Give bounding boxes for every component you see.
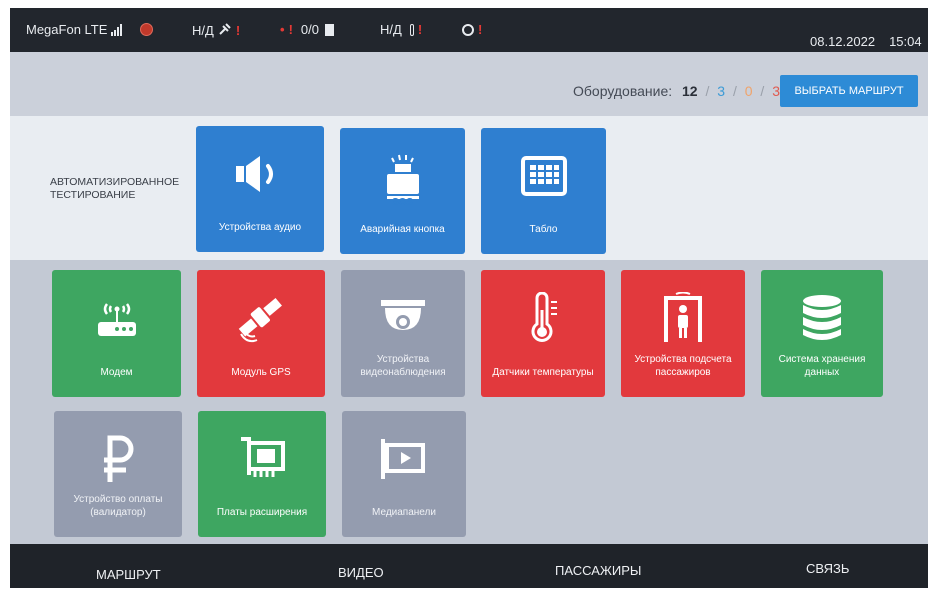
temperature-status-value: Н/Д (380, 22, 402, 37)
tile-emergency-button[interactable]: SOS Аварийная кнопка (340, 128, 465, 254)
power-icon (462, 23, 474, 36)
gps-status-value: Н/Д (192, 23, 214, 38)
power-status: ! (462, 22, 482, 37)
tile-label: Платы расширения (216, 507, 308, 518)
dome-camera-icon (375, 292, 431, 344)
devices-grid: Модем Модуль GPS Устройства видеонаблюде… (10, 260, 928, 544)
tile-temperature-sensors[interactable]: Датчики температуры (481, 270, 605, 397)
separator: / (705, 83, 710, 99)
equipment-count-orange: 0 (744, 83, 753, 99)
tile-label: Система хранения данных (778, 354, 866, 378)
ruble-icon (98, 433, 138, 485)
tile-label: Устройство оплаты (валидатор) (73, 494, 163, 518)
person-icon: • (280, 22, 285, 37)
equipment-label: Оборудование: (573, 83, 673, 99)
tile-video-surveillance[interactable]: Устройства видеонаблюдения (341, 270, 465, 397)
satellite-icon (233, 292, 289, 344)
sos-badge: SOS (391, 197, 414, 208)
nav-communication[interactable]: СВЯЗЬ (806, 561, 849, 576)
operator-name: MegaFon LTE (26, 22, 108, 37)
gps-status: Н/Д ! (192, 22, 240, 39)
date: 08.12.2022 (810, 34, 876, 49)
passenger-status: • ! 0/0 (280, 22, 334, 37)
passenger-count: 0/0 (300, 22, 319, 37)
tile-modem[interactable]: Модем (52, 270, 181, 397)
tile-label: Устройства аудио (218, 222, 302, 233)
tile-payment-device[interactable]: Устройство оплаты (валидатор) (54, 411, 182, 537)
tile-label: Табло (529, 224, 558, 235)
tile-label: Датчики температуры (492, 367, 594, 378)
bottom-navigation: МАРШРУТ ВИДЕО ПАССАЖИРЫ СВЯЗЬ (10, 544, 928, 588)
sos-alarm-icon (378, 150, 428, 202)
app-screen: MegaFon LTE Н/Д ! • ! 0/0 Н/Д ! ! 08.12.… (10, 8, 928, 588)
tile-passenger-counters[interactable]: Устройства подсчета пассажиров (621, 270, 745, 397)
tile-label: Медиапанели (372, 507, 436, 518)
speaker-icon (230, 148, 290, 200)
door-icon (324, 23, 334, 36)
temperature-warning-mark: ! (417, 22, 423, 37)
separator: / (760, 83, 765, 99)
tile-gps-module[interactable]: Модуль GPS (197, 270, 325, 397)
nav-passengers[interactable]: ПАССАЖИРЫ (555, 563, 641, 578)
expansion-card-icon (235, 433, 289, 485)
tile-label: Модем (100, 367, 133, 378)
thermometer-icon (523, 292, 563, 344)
equipment-count-red: 3 (772, 83, 780, 99)
database-icon (799, 292, 845, 344)
automated-testing-label: АВТОМАТИЗИРОВАННОЕ ТЕСТИРОВАНИЕ (50, 176, 180, 201)
tile-display-board[interactable]: Табло (481, 128, 606, 254)
tile-label: Модуль GPS (231, 367, 291, 378)
gps-warning-mark: ! (235, 23, 241, 38)
display-board-icon (519, 150, 569, 202)
signal-icon (111, 23, 123, 36)
network-status: MegaFon LTE (26, 22, 154, 37)
header: Оборудование: 12 / 3 / 0 / 3 ВЫБРАТЬ МАР… (10, 52, 928, 116)
tile-label: Устройства подсчета пассажиров (634, 354, 732, 378)
tile-audio-devices[interactable]: Устройства аудио (196, 126, 324, 252)
datetime: 08.12.2022 15:04 (810, 34, 922, 49)
thermometer-status-icon (409, 23, 414, 36)
nav-route[interactable]: МАРШРУТ (96, 567, 161, 582)
time: 15:04 (889, 34, 922, 49)
passenger-counter-icon (658, 292, 708, 344)
media-panel-icon (377, 433, 431, 485)
select-route-button[interactable]: ВЫБРАТЬ МАРШРУТ (780, 75, 918, 107)
satellite-status-icon (218, 22, 232, 39)
temperature-status: Н/Д ! (380, 22, 422, 37)
equipment-total: 12 (682, 83, 698, 99)
power-warning-mark: ! (478, 22, 483, 37)
router-icon (90, 292, 144, 344)
automated-testing-section: АВТОМАТИЗИРОВАННОЕ ТЕСТИРОВАНИЕ Устройст… (10, 116, 928, 260)
passenger-warning-mark: ! (288, 22, 293, 37)
status-bar: MegaFon LTE Н/Д ! • ! 0/0 Н/Д ! ! 08.12.… (10, 8, 928, 52)
tile-label: Устройства видеонаблюдения (360, 354, 446, 378)
tile-media-panels[interactable]: Медиапанели (342, 411, 466, 537)
tile-data-storage[interactable]: Система хранения данных (761, 270, 883, 397)
globe-icon (140, 23, 154, 36)
equipment-count-blue: 3 (717, 83, 726, 99)
tile-label: Аварийная кнопка (360, 224, 445, 235)
separator: / (732, 83, 737, 99)
tile-expansion-boards[interactable]: Платы расширения (198, 411, 326, 537)
equipment-summary: Оборудование: 12 / 3 / 0 / 3 (573, 83, 780, 99)
nav-video[interactable]: ВИДЕО (338, 565, 384, 580)
